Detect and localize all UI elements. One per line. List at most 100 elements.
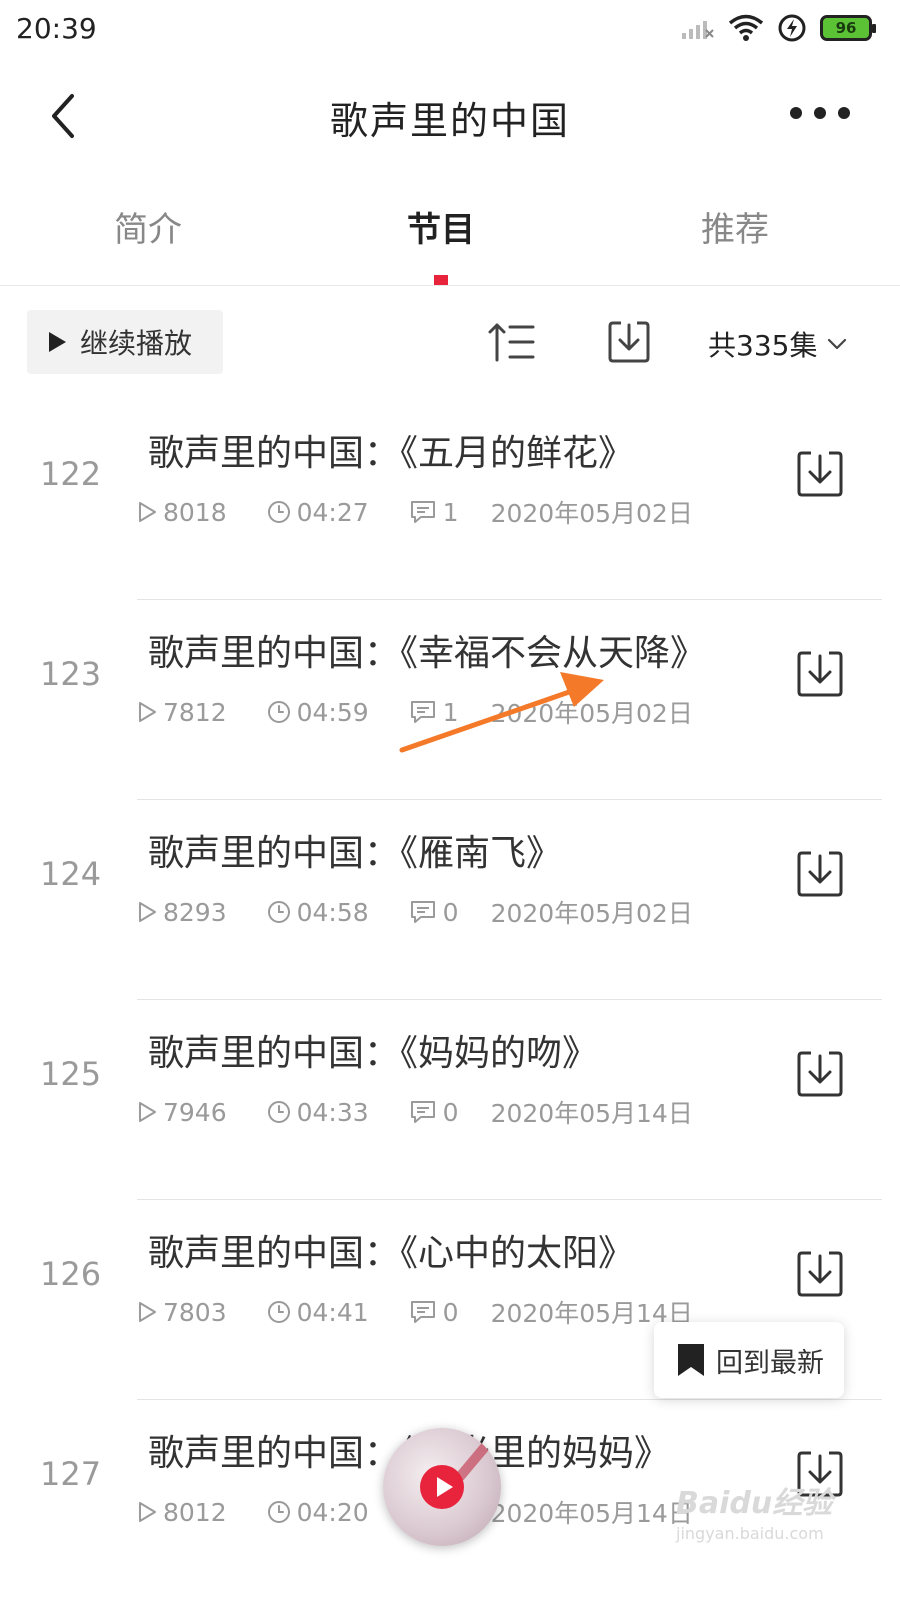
episode-count-label: 共335集 <box>708 329 818 362</box>
duration-value: 04:41 <box>296 1297 369 1327</box>
play-count-icon <box>139 502 156 522</box>
tab-intro[interactable]: 简介 <box>114 202 182 251</box>
episode-download-button[interactable] <box>796 850 844 902</box>
comment-count: 1 <box>409 698 459 727</box>
publish-date: 2020年05月02日 <box>490 899 693 928</box>
episode-title: 歌声里的中国：《幸福不会从天降》 <box>148 633 707 674</box>
bookmark-icon <box>678 1344 704 1376</box>
comment-count: 0 <box>409 898 459 927</box>
batch-download-button[interactable] <box>607 320 651 368</box>
battery-level: 96 <box>835 19 857 37</box>
comment-icon <box>410 1301 435 1323</box>
play-count-value: 7803 <box>163 1297 227 1327</box>
episode-item[interactable]: 122 歌声里的中国：《五月的鲜花》 8018 04:27 1 2020年05月… <box>0 400 900 600</box>
tab-episodes[interactable]: 节目 <box>407 202 475 251</box>
mini-player[interactable] <box>383 1428 501 1546</box>
back-to-latest-label: 回到最新 <box>716 1347 824 1379</box>
episode-number: 124 <box>40 855 102 893</box>
page-title: 歌声里的中国 <box>329 99 570 143</box>
continue-play-button[interactable]: 继续播放 <box>27 310 223 374</box>
episode-meta: 7946 04:33 0 2020年05月14日 <box>137 1094 693 1130</box>
comment-count-value: 1 <box>442 697 459 727</box>
flash-charging-icon <box>778 14 806 42</box>
clock-icon <box>267 1501 290 1523</box>
tab-bar: 简介 节目 推荐 <box>0 172 900 286</box>
episode-meta: 7803 04:41 0 2020年05月14日 <box>137 1294 693 1330</box>
episode-item[interactable]: 124 歌声里的中国：《雁南飞》 8293 04:58 0 2020年05月02… <box>0 800 900 1000</box>
status-icons: 96 <box>680 14 876 42</box>
duration: 04:59 <box>267 698 369 727</box>
publish-date: 2020年05月14日 <box>490 1499 693 1528</box>
download-icon <box>608 321 650 363</box>
duration-value: 04:58 <box>296 897 369 927</box>
comment-count: 0 <box>409 1298 459 1327</box>
active-tab-indicator <box>434 275 448 285</box>
comment-icon <box>410 1101 435 1123</box>
watermark: Baidu经验 jingyan.baidu.com <box>676 1478 832 1543</box>
chevron-down-icon <box>828 338 847 350</box>
tab-recommend[interactable]: 推荐 <box>701 202 769 251</box>
episode-toolbar: 继续播放 共335集 <box>0 310 900 374</box>
play-icon[interactable] <box>420 1465 464 1509</box>
duration: 04:20 <box>267 1498 369 1527</box>
status-time: 20:39 <box>16 12 97 45</box>
clock-icon <box>267 501 290 523</box>
header: 歌声里的中国 <box>0 62 900 172</box>
sort-button[interactable] <box>488 322 536 366</box>
episode-download-button[interactable] <box>796 650 844 702</box>
clock-icon <box>267 1301 290 1323</box>
clock-icon <box>267 1101 290 1123</box>
comment-count-value: 0 <box>442 1297 459 1327</box>
more-dot-icon <box>814 107 826 119</box>
play-count-icon <box>139 1502 156 1522</box>
episode-number: 125 <box>40 1055 102 1093</box>
duration-value: 04:20 <box>296 1497 369 1527</box>
play-count-value: 8018 <box>163 497 227 527</box>
back-to-latest-button[interactable]: 回到最新 <box>654 1322 844 1398</box>
play-count: 8012 <box>137 1498 227 1527</box>
more-dot-icon <box>790 107 802 119</box>
episode-item[interactable]: 123 歌声里的中国：《幸福不会从天降》 7812 04:59 1 2020年0… <box>0 600 900 800</box>
duration: 04:27 <box>267 498 369 527</box>
episode-meta: 8293 04:58 0 2020年05月02日 <box>137 894 693 930</box>
sort-order-icon <box>488 323 535 362</box>
episode-item[interactable]: 125 歌声里的中国：《妈妈的吻》 7946 04:33 0 2020年05月1… <box>0 1000 900 1200</box>
play-count-value: 8012 <box>163 1497 227 1527</box>
watermark-logo: Baidu经验 <box>676 1486 833 1521</box>
episode-title: 歌声里的中国：《五月的鲜花》 <box>148 433 635 474</box>
signal-icon <box>682 21 714 39</box>
continue-play-label: 继续播放 <box>80 327 193 360</box>
play-count-value: 7946 <box>163 1097 227 1127</box>
comment-count: 1 <box>409 498 459 527</box>
play-count-value: 7812 <box>163 697 227 727</box>
more-button[interactable] <box>790 100 850 126</box>
comment-icon <box>410 501 435 523</box>
comment-count-value: 1 <box>442 497 459 527</box>
duration: 04:41 <box>267 1298 369 1327</box>
duration-value: 04:33 <box>296 1097 369 1127</box>
download-icon <box>797 651 843 697</box>
download-icon <box>797 1051 843 1097</box>
duration-value: 04:59 <box>296 697 369 727</box>
status-bar: 20:39 96 <box>0 0 900 62</box>
episode-count-selector[interactable]: 共335集 <box>708 324 847 364</box>
episode-number: 127 <box>40 1455 102 1493</box>
duration: 04:58 <box>267 898 369 927</box>
play-count: 7946 <box>137 1098 227 1127</box>
episode-number: 123 <box>40 655 102 693</box>
watermark-url: jingyan.baidu.com <box>676 1524 824 1543</box>
play-count: 7812 <box>137 698 227 727</box>
episode-title: 歌声里的中国：《妈妈的吻》 <box>148 1033 599 1074</box>
clock-icon <box>267 701 290 723</box>
episode-download-button[interactable] <box>796 1250 844 1302</box>
play-count: 8293 <box>137 898 227 927</box>
comment-icon <box>410 901 435 923</box>
duration-value: 04:27 <box>296 497 369 527</box>
episode-download-button[interactable] <box>796 1050 844 1102</box>
play-count-value: 8293 <box>163 897 227 927</box>
episode-download-button[interactable] <box>796 450 844 502</box>
play-count: 8018 <box>137 498 227 527</box>
download-icon <box>797 451 843 497</box>
publish-date: 2020年05月02日 <box>490 699 693 728</box>
comment-icon <box>410 701 435 723</box>
